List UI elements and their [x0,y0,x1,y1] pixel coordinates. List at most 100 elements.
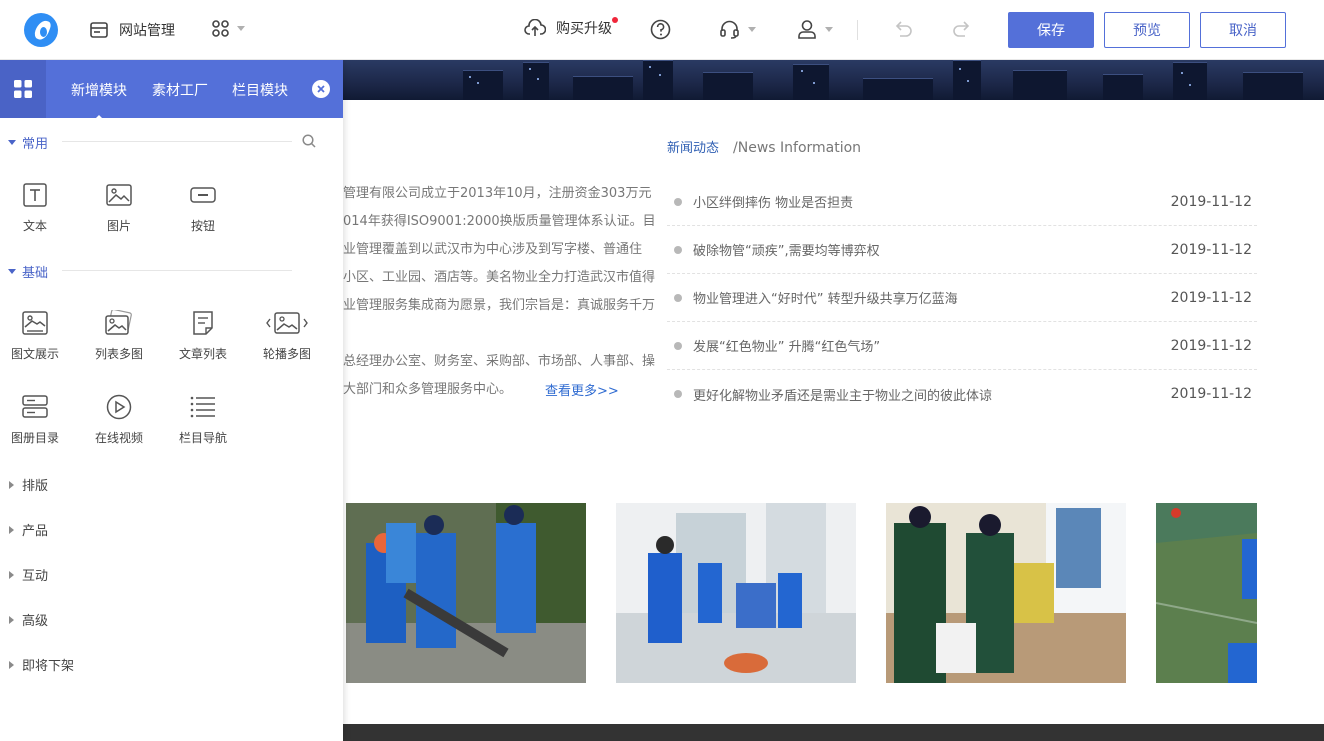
section-deprecated[interactable]: 即将下架 [0,655,74,674]
redo-button[interactable] [952,20,972,42]
news-item[interactable]: 小区绊倒摔伤 物业是否担责 2019-11-12 [667,178,1257,226]
module-grid-button[interactable] [0,60,46,118]
module-search-button[interactable] [302,133,316,152]
banner-image [343,60,1324,100]
text-icon [23,183,47,207]
user-menu[interactable] [797,19,833,40]
section-divider [62,141,292,142]
news-title: 新闻动态 [667,141,720,156]
apps-menu[interactable] [212,20,245,37]
news-item-title: 发展“红色物业” 升腾“红色气场” [693,340,881,355]
module-article-list[interactable]: 文章列表 [168,309,238,362]
save-button[interactable]: 保存 [1008,12,1094,48]
module-label: 文章列表 [178,347,227,361]
tab-material-factory[interactable]: 素材工厂 [152,80,208,100]
section-interaction[interactable]: 互动 [0,565,48,584]
section-basic[interactable]: 基础 [0,262,48,281]
customer-service-menu[interactable] [719,19,756,40]
module-label: 列表多图 [94,347,143,361]
module-album[interactable]: 图册目录 [0,393,70,446]
video-icon [106,394,132,420]
help-icon [650,19,671,40]
service-photo[interactable] [346,503,586,683]
site-management-label: 网站管理 [119,23,175,39]
section-advanced[interactable]: 高级 [0,610,48,629]
module-label: 图片 [106,219,131,233]
module-column-nav[interactable]: 栏目导航 [168,393,238,446]
redo-icon [953,21,970,37]
about-line: 总经理办公室、财务室、采购部、市场部、人事部、操 [343,354,655,369]
news-item[interactable]: 破除物管“顽疾”,需要均等博弈权 2019-11-12 [667,226,1257,274]
bullet-icon [674,197,682,206]
module-label: 文本 [22,219,47,233]
module-label: 在线视频 [94,431,143,445]
section-label: 基础 [22,266,49,281]
module-image-text[interactable]: 图文展示 [0,309,70,362]
site-management-icon [90,22,108,38]
news-item-date: 2019-11-12 [1170,193,1252,210]
module-list-multi-image[interactable]: 列表多图 [84,309,154,362]
news-item[interactable]: 发展“红色物业” 升腾“红色气场” 2019-11-12 [667,322,1257,370]
chevron-down-icon [237,26,245,31]
upgrade-button[interactable]: 购买升级 [524,17,618,38]
user-icon [798,20,816,39]
module-label: 按钮 [190,219,215,233]
news-header: 新闻动态 /News Information [667,137,861,156]
panel-close-button[interactable] [312,80,330,98]
about-line [343,320,655,348]
cancel-button[interactable]: 取消 [1200,12,1286,48]
help-button[interactable] [650,19,671,44]
module-button[interactable]: 按钮 [168,181,238,234]
news-item-title: 更好化解物业矛盾还是需业主于物业之间的彼此体谅 [693,388,993,404]
undo-button[interactable] [893,20,913,42]
service-photo[interactable] [886,503,1126,683]
tab-column-module[interactable]: 栏目模块 [232,80,288,100]
article-list-icon [193,311,213,335]
module-text[interactable]: 文本 [0,181,70,234]
section-common[interactable]: 常用 [0,133,48,152]
nav-list-icon [190,396,215,418]
news-item-title: 物业管理进入“好时代” 转型升级共享万亿蓝海 [693,292,958,307]
module-label: 图册目录 [10,431,59,445]
apps-grid-icon [212,20,229,37]
cloud-upload-icon [524,19,546,36]
caret-right-icon [9,525,14,534]
view-more-link[interactable]: 查看更多>> [545,380,619,399]
section-label: 排版 [22,479,49,494]
section-label: 常用 [22,137,49,152]
panel-header: 新增模块 素材工厂 栏目模块 [0,60,343,121]
app-logo[interactable] [24,13,58,47]
caret-right-icon [9,570,14,579]
section-label: 产品 [22,524,49,539]
about-line: 管理有限公司成立于2013年10月，注册资金303万元 [343,186,652,201]
service-photo[interactable] [616,503,856,683]
news-list: 小区绊倒摔伤 物业是否担责 2019-11-12 破除物管“顽疾”,需要均等博弈… [667,178,1257,418]
service-photo[interactable] [1156,503,1257,683]
image-text-icon [22,311,48,335]
caret-down-icon [8,140,16,145]
site-management-menu[interactable]: 网站管理 [90,18,175,42]
news-item[interactable]: 物业管理进入“好时代” 转型升级共享万亿蓝海 2019-11-12 [667,274,1257,322]
tab-add-module[interactable]: 新增模块 [71,80,127,121]
notification-dot [612,17,618,23]
module-carousel[interactable]: 轮播多图 [252,309,322,362]
section-product[interactable]: 产品 [0,520,48,539]
chevron-down-icon [825,27,833,32]
album-icon [22,395,48,418]
about-line: 014年获得ISO9001:2000换版质量管理体系认证。目 [343,214,655,229]
add-module-panel: 新增模块 素材工厂 栏目模块 常用 文本 图片 按钮 基础 图文展示 列表多图 … [0,60,343,741]
section-layout[interactable]: 排版 [0,475,48,494]
carousel-icon [266,312,308,334]
button-icon [190,187,216,203]
preview-button[interactable]: 预览 [1104,12,1190,48]
about-line: 小区、工业园、酒店等。美名物业全力打造武汉市值得 [343,270,655,285]
news-item[interactable]: 更好化解物业矛盾还是需业主于物业之间的彼此体谅 2019-11-12 [667,370,1257,418]
upgrade-label: 购买升级 [556,21,612,37]
caret-right-icon [9,480,14,489]
about-paragraph: 管理有限公司成立于2013年10月，注册资金303万元 014年获得ISO900… [343,180,655,404]
news-subtitle: /News Information [733,140,862,156]
page-footer [343,724,1324,741]
bullet-icon [674,293,682,302]
module-online-video[interactable]: 在线视频 [84,393,154,446]
module-image[interactable]: 图片 [84,181,154,234]
